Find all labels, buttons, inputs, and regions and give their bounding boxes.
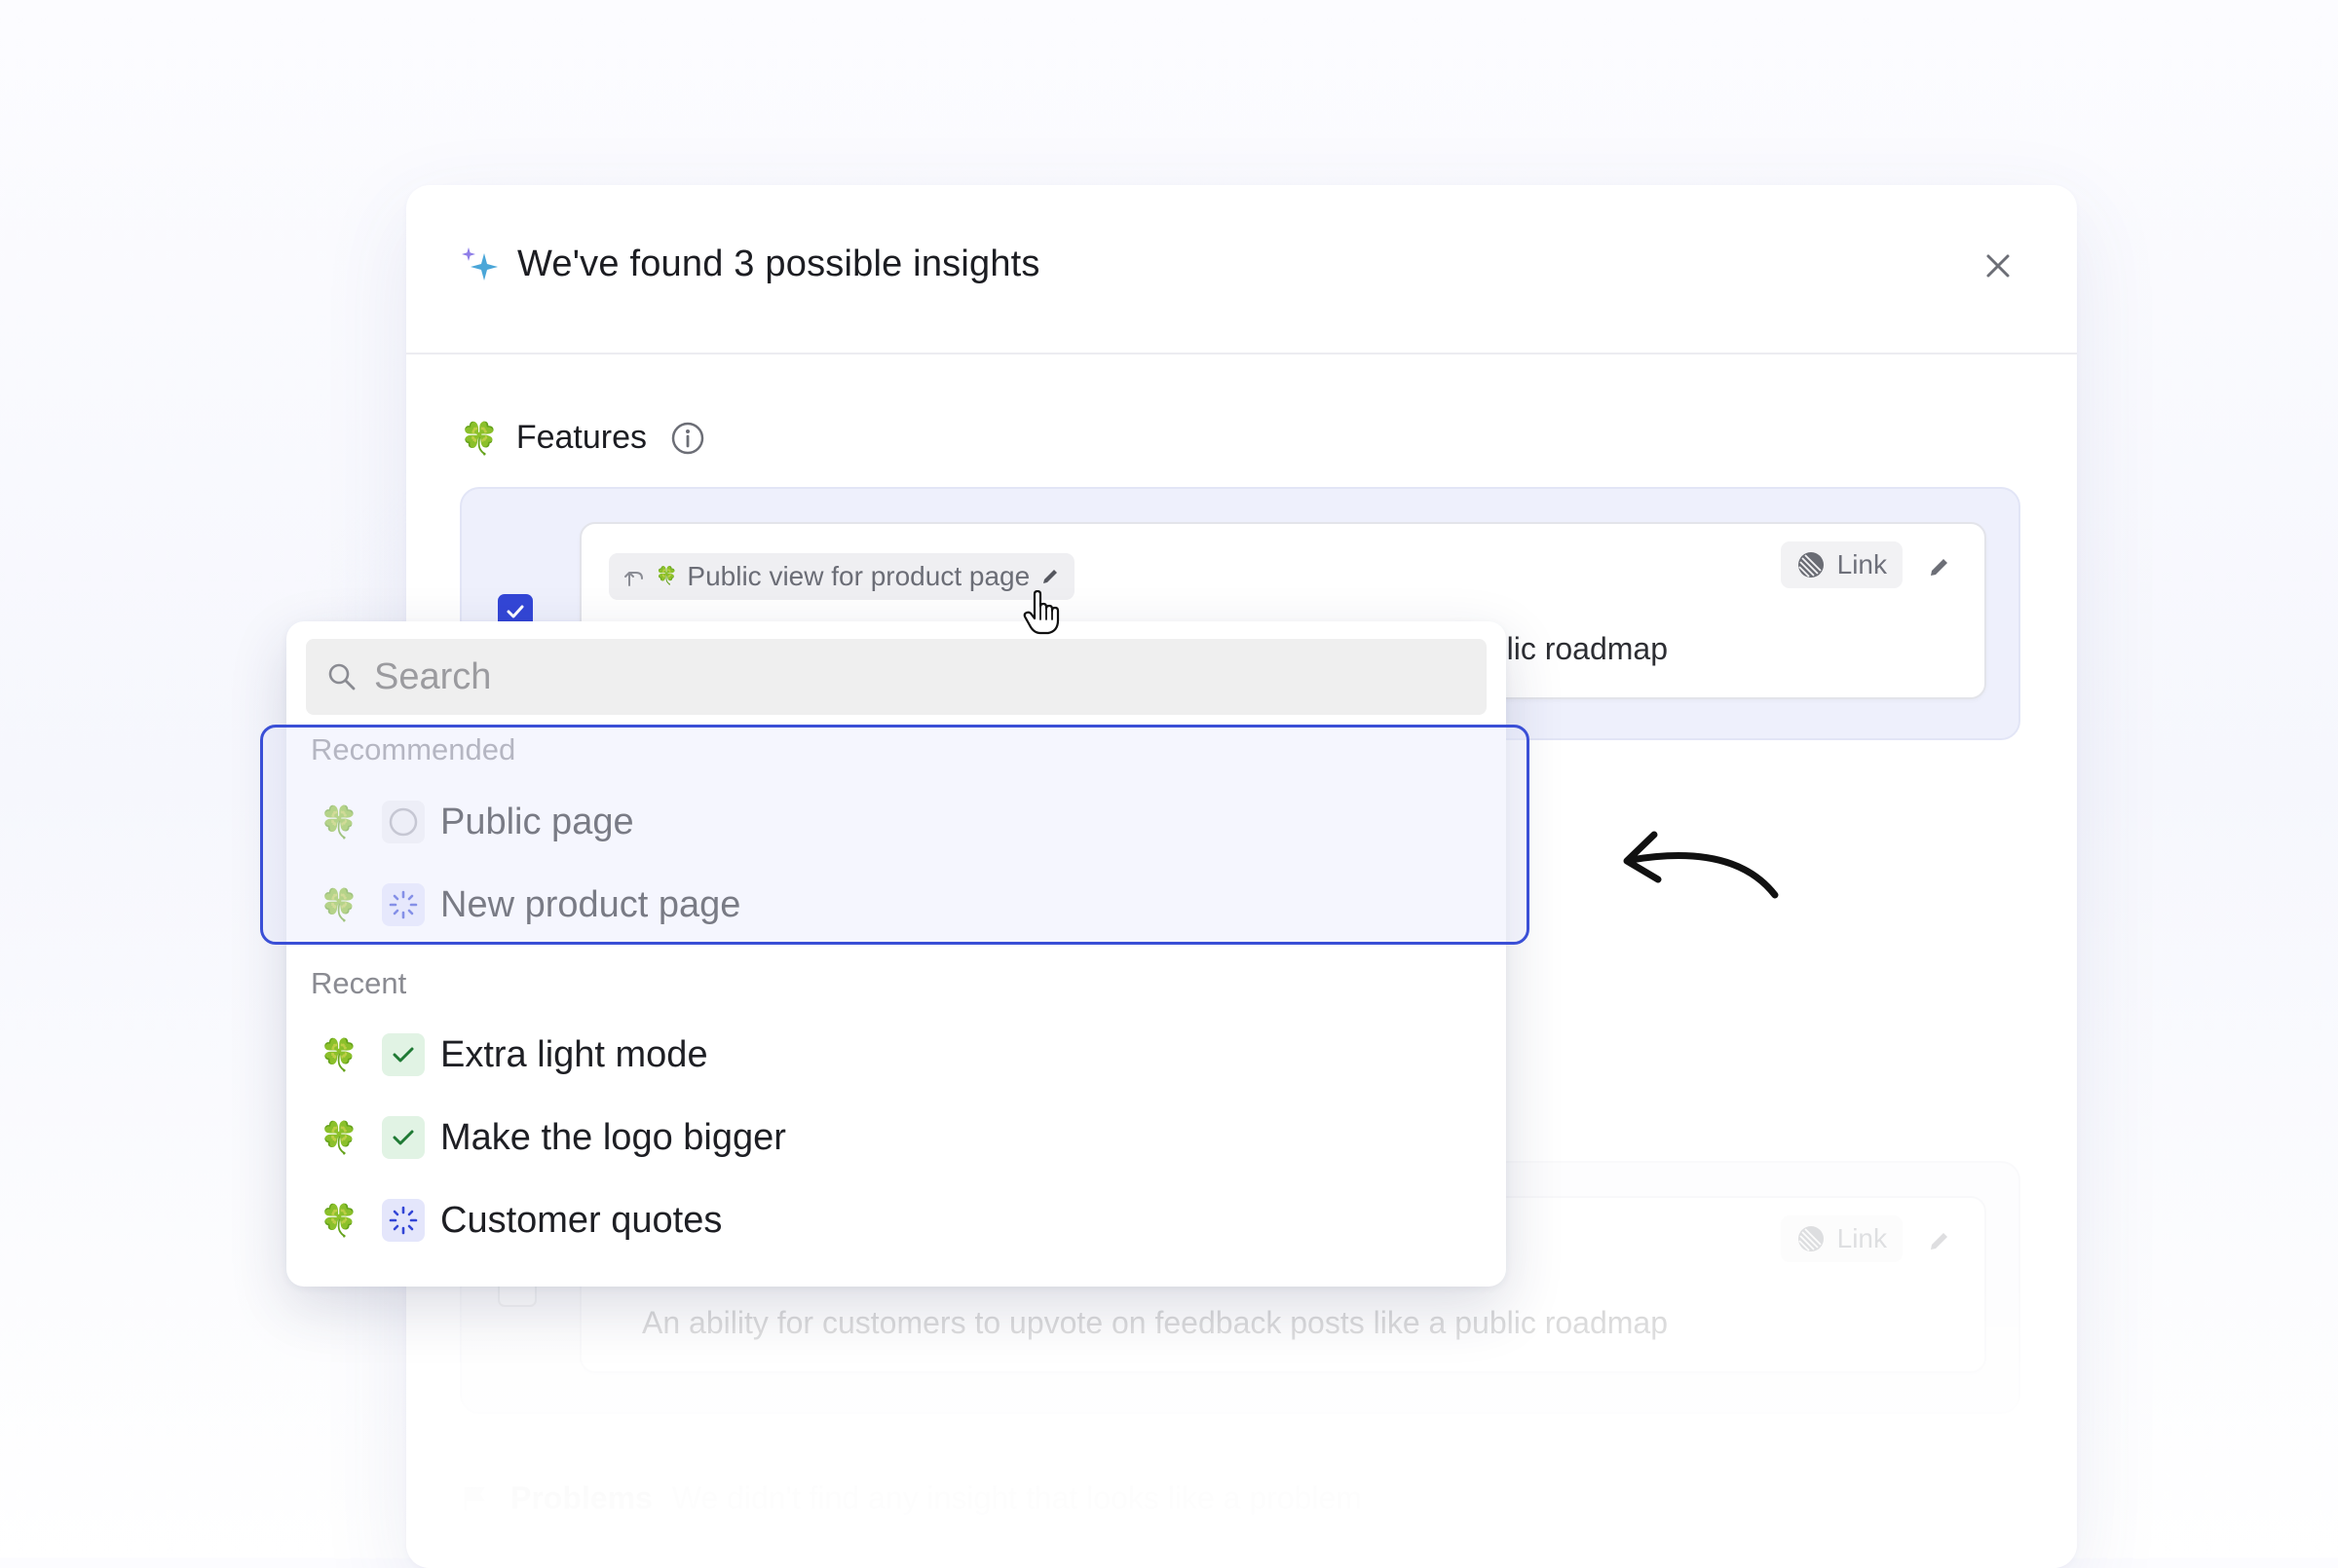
status-done-icon [382,1033,425,1076]
link-label: Link [1836,1223,1887,1253]
status-done-icon [382,1116,425,1159]
curved-arrow-icon [1623,831,1779,899]
info-icon[interactable] [670,421,705,456]
insight-description: An ability for customers to upvote on fe… [642,1305,1669,1340]
flag-icon [465,1486,485,1511]
linear-icon [1797,1226,1824,1251]
sparkle-icon [462,247,498,280]
search-icon [328,663,356,691]
option-label: Make the logo bigger [440,1116,786,1158]
features-section-header: 🍀 Features [460,419,705,457]
linear-icon [1797,552,1824,578]
link-label: Link [1836,549,1887,579]
option-make-logo-bigger[interactable]: 🍀 Make the logo bigger [286,1099,1506,1176]
features-title: Features [515,419,648,456]
feature-picker-dropdown: Recommended 🍀 Public page 🍀 New product … [286,621,1506,1287]
clover-icon: 🍀 [656,566,678,586]
pencil-icon[interactable] [1928,555,1951,579]
problems-section: Problems We didn't find any insight that… [460,1480,1362,1516]
check-icon [507,605,524,618]
option-label: Extra light mode [440,1033,708,1075]
clover-icon: 🍀 [320,1119,358,1156]
pencil-icon[interactable] [1928,1229,1951,1252]
option-extra-light-mode[interactable]: 🍀 Extra light mode [286,1016,1506,1094]
hand-cursor-icon [1023,590,1060,635]
link-button[interactable]: Link [1780,1215,1903,1262]
recommended-highlight [260,725,1529,945]
modal-title: We've found 3 possible insights [517,243,1040,284]
clover-icon: 🍀 [320,1202,358,1239]
corner-up-left-icon [624,572,643,586]
problems-message: We didn't find any insight that looks li… [671,1480,1362,1515]
problems-title: Problems [510,1480,653,1515]
clover-icon: 🍀 [460,419,499,457]
status-in-progress-icon [382,1199,425,1242]
pencil-icon[interactable] [1039,566,1061,587]
option-label: Customer quotes [440,1199,723,1241]
close-icon[interactable] [1981,249,2015,282]
clover-icon: 🍀 [320,1036,358,1073]
group-label-recent: Recent [311,966,407,1000]
search-input[interactable] [372,654,1448,699]
option-customer-quotes[interactable]: 🍀 Customer quotes [286,1181,1506,1259]
linked-feature-chip[interactable]: 🍀 Public view for product page [609,553,1075,600]
link-button[interactable]: Link [1780,541,1903,588]
modal-header: We've found 3 possible insights [406,185,2077,355]
search-box[interactable] [306,639,1487,715]
chip-label: Public view for product page [687,561,1031,591]
